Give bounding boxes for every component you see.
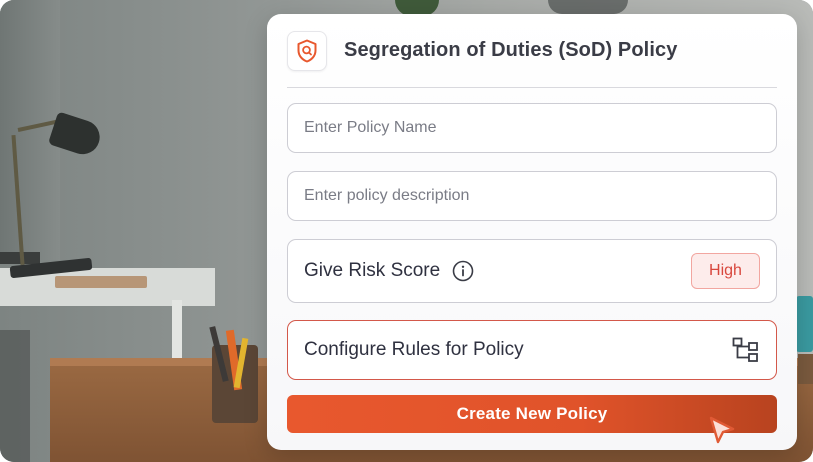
background-photo: Segregation of Duties (SoD) Policy Give … (0, 0, 813, 462)
mug (796, 296, 813, 352)
risk-score-label: Give Risk Score (304, 260, 441, 281)
hierarchy-icon (732, 337, 760, 363)
policy-name-input[interactable] (287, 103, 777, 153)
wood-block (798, 354, 813, 384)
window (0, 0, 60, 260)
shield-search-icon (287, 30, 327, 71)
info-icon[interactable] (452, 260, 474, 282)
configure-rules-label: Configure Rules for Policy (304, 339, 524, 360)
policy-description-input[interactable] (287, 171, 777, 221)
cursor-arrow-icon (707, 415, 737, 452)
book (55, 276, 147, 288)
policy-card: Segregation of Duties (SoD) Policy Give … (267, 14, 797, 450)
card-header: Segregation of Duties (SoD) Policy (287, 30, 777, 88)
page-title: Segregation of Duties (SoD) Policy (344, 39, 678, 61)
wall-clock (548, 0, 628, 14)
risk-score-badge[interactable]: High (691, 253, 760, 289)
chair (0, 330, 30, 462)
create-policy-button[interactable]: Create New Policy (287, 395, 777, 433)
configure-rules-button[interactable]: Configure Rules for Policy (287, 320, 777, 380)
risk-score-selector[interactable]: Give Risk Score High (287, 239, 777, 303)
